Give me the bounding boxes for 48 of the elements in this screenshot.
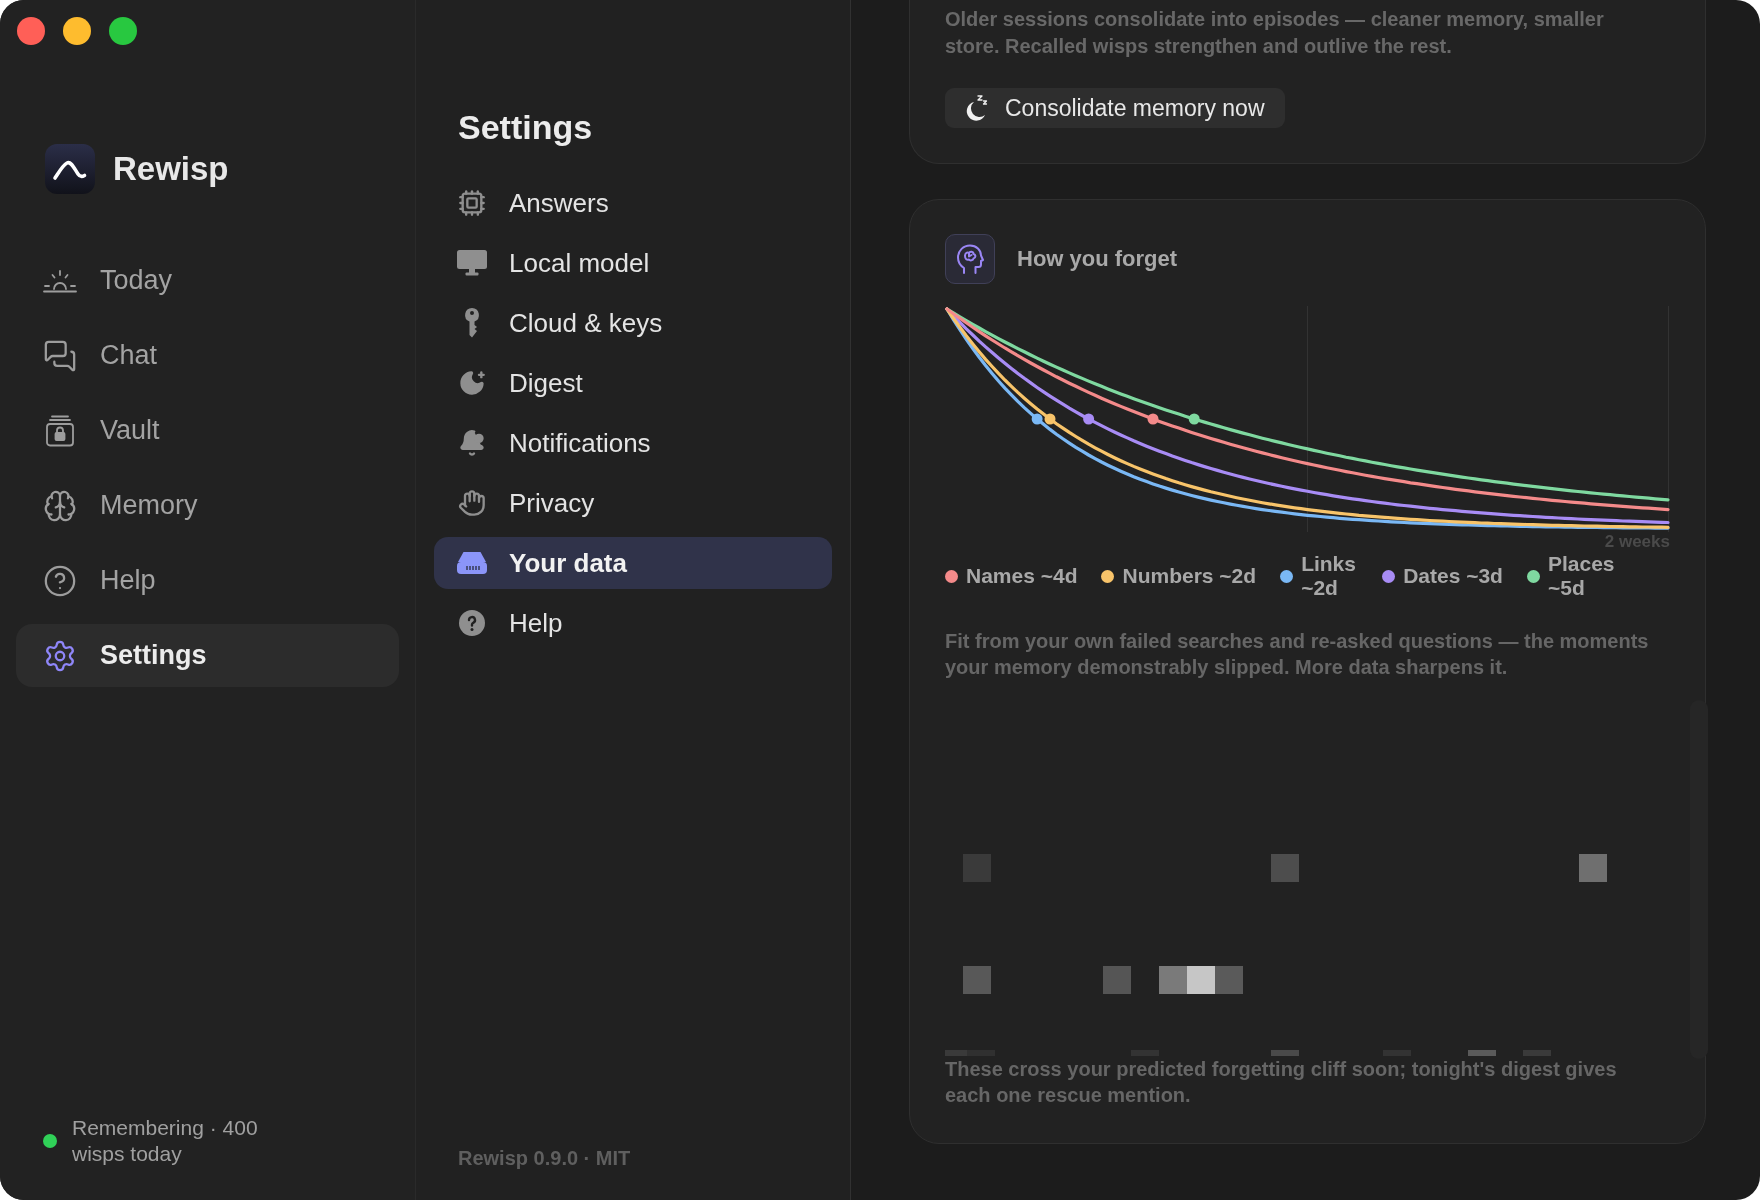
- bell-icon: [458, 429, 486, 457]
- settings-nav-item[interactable]: Local model: [434, 237, 832, 289]
- sidebar-item[interactable]: Memory: [16, 474, 399, 537]
- sidebar-item[interactable]: Chat: [16, 324, 399, 387]
- legend-label: Numbers ~2d: [1122, 564, 1257, 588]
- sun-horizon-icon: [43, 268, 77, 293]
- version-text: Rewisp 0.9.0 · MIT: [458, 1146, 632, 1171]
- settings-nav-item[interactable]: Digest: [434, 357, 832, 409]
- sleep-moon-icon: [965, 95, 989, 121]
- legend-label: Dates ~3d: [1403, 564, 1503, 588]
- settings-nav-item[interactable]: Privacy: [434, 477, 832, 529]
- chat-bubbles-icon: [43, 338, 77, 373]
- settings-nav-item[interactable]: Help: [434, 597, 832, 649]
- legend-label: Links ~2d: [1301, 552, 1357, 600]
- settings-icon: [43, 638, 77, 673]
- sidebar-item[interactable]: Settings: [16, 624, 399, 687]
- card-title: How you forget: [1017, 245, 1178, 273]
- close-button[interactable]: [17, 17, 45, 45]
- legend-label: Places ~5d: [1547, 552, 1616, 600]
- zoom-button[interactable]: [109, 17, 137, 45]
- consolidate-button[interactable]: Consolidate memory now: [945, 88, 1285, 128]
- help-icon: [43, 563, 77, 598]
- settings-title: Settings: [457, 107, 594, 147]
- sidebar-item[interactable]: Today: [16, 249, 399, 312]
- settings-nav-item[interactable]: Cloud & keys: [434, 297, 832, 349]
- settings-nav-item[interactable]: Your data: [434, 537, 832, 589]
- settings-nav-item[interactable]: Notifications: [434, 417, 832, 469]
- app-logo-icon: [45, 144, 95, 194]
- sidebar-item[interactable]: Vault: [16, 399, 399, 462]
- lock-box-icon: [45, 414, 75, 447]
- app-name: Rewisp: [113, 149, 229, 189]
- key-icon: [464, 308, 480, 338]
- consolidate-description: Older sessions consolidate into episodes — cleaner memory, smaller store. Recalled wisps strengthen and outlive the rest.: [945, 7, 1605, 59]
- help-icon: [459, 610, 485, 636]
- moon-star-icon: [458, 369, 486, 397]
- settings-nav-item[interactable]: Answers: [434, 177, 832, 229]
- head-brain-icon: [945, 234, 995, 284]
- chart-note: Fit from your own failed searches and re-asked questions — the moments your memory demonstrably slipped. More data sharpens it.: [945, 629, 1650, 680]
- status-text: Remembering · 400 wisps today: [72, 1115, 259, 1167]
- legend-label: Names ~4d: [966, 564, 1078, 588]
- minimize-button[interactable]: [63, 17, 91, 45]
- chip-icon: [458, 189, 486, 217]
- hand-icon: [458, 489, 486, 517]
- monitor-icon: [457, 250, 487, 276]
- drive-icon: [457, 552, 487, 574]
- sidebar-item[interactable]: Help: [16, 549, 399, 612]
- brain-icon: [43, 488, 77, 523]
- heatmap-note: These cross your predicted forgetting cliff soon; tonight's digest gives each one rescue mention.: [945, 1057, 1618, 1108]
